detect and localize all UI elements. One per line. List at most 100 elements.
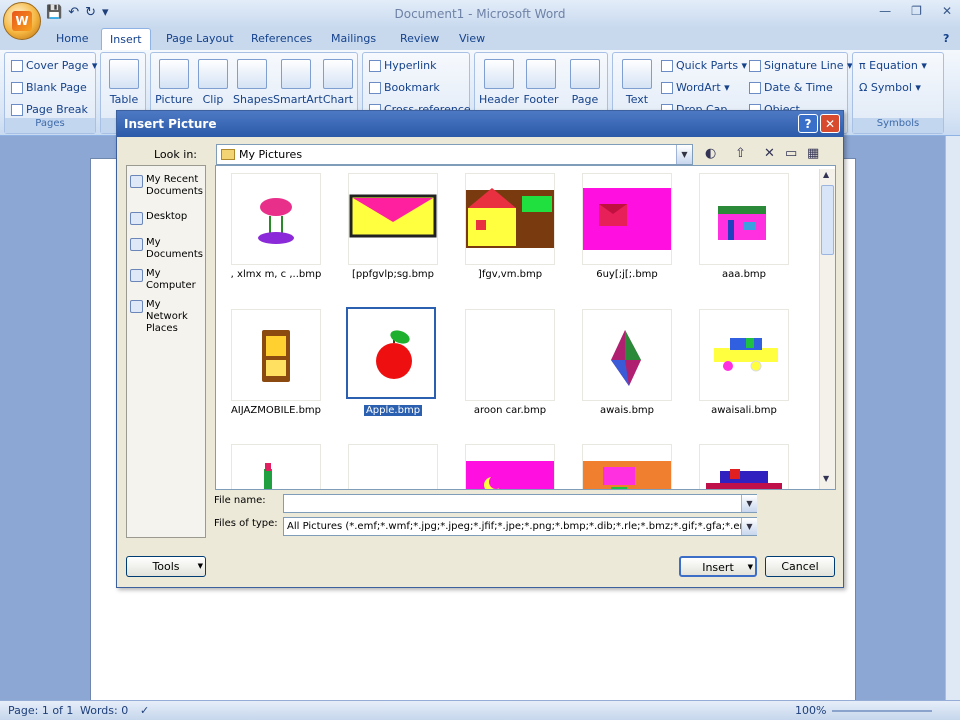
symbol-button[interactable]: Ω Symbol ▾ — [859, 81, 921, 94]
views-icon[interactable]: ▦ — [807, 146, 819, 161]
thumbnail-image — [258, 198, 294, 244]
file-name-label[interactable]: 6uy[;j[;.bmp — [567, 269, 687, 280]
zoom-level[interactable]: 100% — [795, 704, 826, 717]
smartart-button[interactable]: SmartArt — [273, 59, 323, 106]
cover-page-button[interactable]: Cover Page ▾ — [11, 59, 97, 72]
place-desktop[interactable]: Desktop — [130, 211, 187, 225]
blank-page-icon — [11, 82, 23, 94]
file-name-label[interactable]: , xlmx m, c ,..bmp — [216, 269, 336, 280]
help-icon[interactable]: ? — [943, 32, 949, 45]
file-thumbnail[interactable] — [231, 444, 321, 489]
file-thumbnail[interactable] — [348, 173, 438, 265]
delete-icon[interactable]: ✕ — [764, 146, 775, 161]
insert-options-chevron-icon[interactable]: ▼ — [748, 563, 753, 571]
page-number-button[interactable]: Page — [565, 59, 605, 106]
wordart-button[interactable]: WordArt ▾ — [661, 81, 730, 94]
file-thumbnail[interactable] — [231, 173, 321, 265]
file-list-scrollbar[interactable]: ▲ ▼ — [819, 169, 835, 489]
chevron-down-icon[interactable]: ▼ — [676, 145, 692, 164]
file-thumbnail[interactable] — [582, 173, 672, 265]
shapes-button[interactable]: Shapes — [233, 59, 273, 106]
minimize-button[interactable]: — — [879, 4, 891, 18]
file-name-label[interactable]: AIJAZMOBILE.bmp — [216, 405, 336, 416]
place-my-documents[interactable]: My Documents — [130, 237, 205, 261]
office-button[interactable]: W — [3, 2, 41, 40]
file-thumbnail[interactable] — [699, 173, 789, 265]
file-thumbnail[interactable] — [465, 309, 555, 401]
scroll-thumb[interactable] — [821, 185, 834, 255]
date-time-button[interactable]: Date & Time — [749, 81, 833, 94]
chart-button[interactable]: Chart — [321, 59, 355, 106]
files-of-type-chevron-down-icon[interactable]: ▼ — [741, 518, 757, 535]
tab-home[interactable]: Home — [56, 32, 88, 45]
close-button[interactable]: ✕ — [942, 4, 952, 18]
file-name-label[interactable]: ]fgv,vm.bmp — [450, 269, 570, 280]
back-icon[interactable]: ◐ — [705, 146, 716, 161]
file-thumbnail[interactable] — [348, 444, 438, 489]
symbols-group: π Equation ▾ Ω Symbol ▾ Symbols — [852, 52, 944, 134]
file-thumbnail-selected[interactable] — [346, 307, 436, 399]
file-name-label[interactable]: aaa.bmp — [684, 269, 804, 280]
page-number-icon — [570, 59, 600, 89]
up-folder-icon[interactable]: ⇧ — [735, 146, 746, 161]
file-thumbnail[interactable] — [582, 309, 672, 401]
quick-parts-button[interactable]: Quick Parts ▾ — [661, 59, 747, 72]
file-name-label[interactable]: aroon car.bmp — [450, 405, 570, 416]
tools-button[interactable]: Tools ▼ — [126, 556, 206, 577]
blank-page-button[interactable]: Blank Page — [11, 81, 87, 94]
file-name-input[interactable] — [283, 494, 757, 513]
tab-page-layout[interactable]: Page Layout — [166, 32, 234, 45]
dialog-help-button[interactable]: ? — [798, 114, 818, 133]
file-name-chevron-down-icon[interactable]: ▼ — [741, 495, 757, 512]
file-name-label[interactable]: awais.bmp — [567, 405, 687, 416]
signature-line-button[interactable]: Signature Line ▾ — [749, 59, 853, 72]
place-my-computer[interactable]: My Computer — [130, 268, 205, 292]
page-count[interactable]: Page: 1 of 1 — [8, 704, 73, 717]
cancel-button[interactable]: Cancel — [765, 556, 835, 577]
tab-review[interactable]: Review — [400, 32, 439, 45]
look-in-dropdown[interactable]: My Pictures ▼ — [216, 144, 693, 165]
text-box-button[interactable]: Text — [619, 59, 655, 106]
scroll-up-icon[interactable]: ▲ — [823, 170, 829, 179]
file-thumbnail[interactable] — [582, 444, 672, 489]
file-thumbnail[interactable] — [699, 444, 789, 489]
tab-mailings[interactable]: Mailings — [331, 32, 376, 45]
file-name-label[interactable]: awaisali.bmp — [684, 405, 804, 416]
picture-button[interactable]: Picture — [155, 59, 193, 106]
file-thumbnail[interactable] — [465, 173, 555, 265]
place-my-network-places[interactable]: My Network Places — [130, 299, 205, 335]
header-icon — [484, 59, 514, 89]
file-name-label[interactable]: [ppfgvlp;sg.bmp — [333, 269, 453, 280]
thumbnail-image — [718, 206, 766, 240]
clip-art-button[interactable]: Clip — [197, 59, 229, 106]
dialog-close-button[interactable]: ✕ — [820, 114, 840, 133]
tab-insert[interactable]: Insert — [101, 28, 151, 50]
zoom-slider[interactable] — [832, 710, 932, 712]
page-break-button[interactable]: Page Break — [11, 103, 88, 116]
tab-view[interactable]: View — [459, 32, 485, 45]
thumbnail-image — [611, 330, 641, 386]
table-button[interactable]: Table — [107, 59, 141, 106]
equation-button[interactable]: π Equation ▾ — [859, 59, 927, 72]
files-of-type-select[interactable]: All Pictures (*.emf;*.wmf;*.jpg;*.jpeg;*… — [283, 517, 757, 536]
header-button[interactable]: Header — [479, 59, 519, 106]
proofing-icon[interactable]: ✓ — [140, 704, 149, 717]
word-count[interactable]: Words: 0 — [80, 704, 128, 717]
file-name-label-selected[interactable]: Apple.bmp — [333, 405, 453, 416]
new-folder-icon[interactable]: ▭ — [785, 146, 797, 161]
file-thumbnail[interactable] — [465, 444, 555, 489]
insert-button[interactable]: Insert ▼ — [679, 556, 757, 577]
file-thumbnail[interactable] — [231, 309, 321, 401]
tab-references[interactable]: References — [251, 32, 312, 45]
file-thumbnail[interactable] — [699, 309, 789, 401]
place-my-recent-documents[interactable]: My Recent Documents — [130, 174, 205, 198]
hyperlink-button[interactable]: Hyperlink — [369, 59, 437, 72]
date-time-icon — [749, 82, 761, 94]
places-bar: My Recent Documents Desktop My Documents… — [126, 165, 206, 538]
files-of-type-label: Files of type: — [214, 518, 278, 529]
footer-button[interactable]: Footer — [521, 59, 561, 106]
scroll-down-icon[interactable]: ▼ — [823, 474, 829, 483]
restore-button[interactable]: ❐ — [911, 4, 922, 18]
bookmark-button[interactable]: Bookmark — [369, 81, 440, 94]
document-scrollbar[interactable] — [945, 136, 960, 702]
